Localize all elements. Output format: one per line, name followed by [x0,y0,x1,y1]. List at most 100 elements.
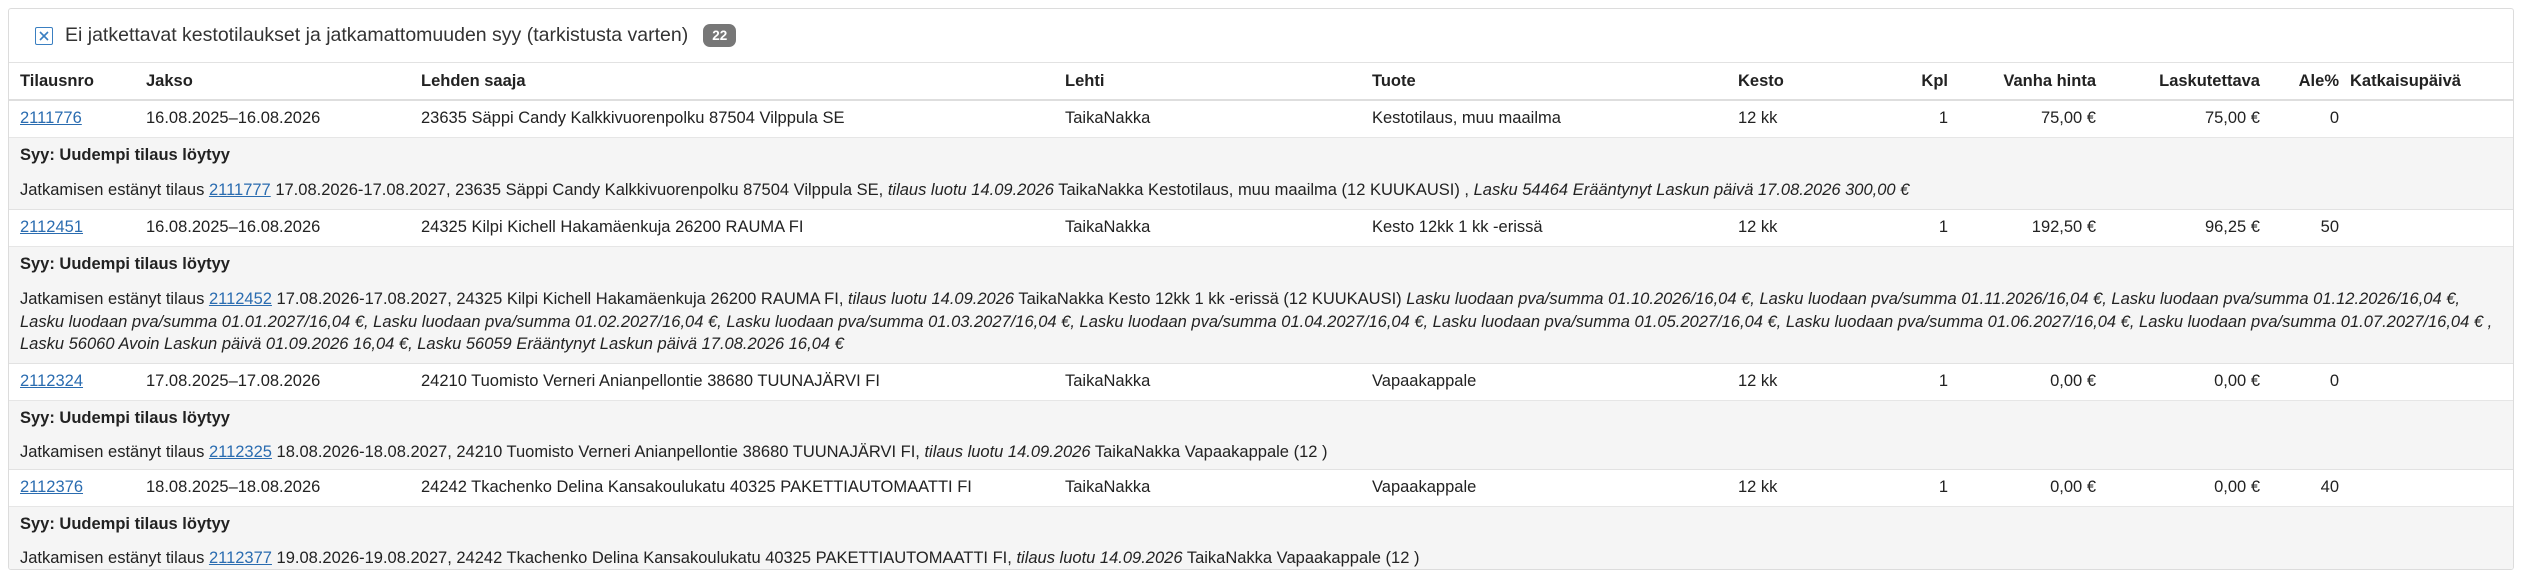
billable-cell: 0,00 € [2096,468,2260,506]
magazine-cell: TaikaNakka [1054,362,1361,400]
col-header-duration[interactable]: Kesto [1727,63,1852,101]
billable-cell: 75,00 € [2096,99,2260,137]
panel-title: Ei jatkettavat kestotilaukset ja jatkama… [65,24,689,46]
order-cell: 2112451 [9,208,135,246]
detail-text: Jatkamisen estänyt tilaus 2112452 17.08.… [9,282,2513,363]
product-cell: Vapaakappale [1361,362,1727,400]
order-link[interactable]: 2112324 [20,372,83,390]
reason-row: Syy: Uudempi tilaus löytyy [9,505,2513,542]
recipient-cell: 24242 Tkachenko Delina Kansakoulukatu 40… [410,468,1054,506]
col-header-period[interactable]: Jakso [135,63,410,101]
duration-cell: 12 kk [1727,99,1852,137]
detail-row: Jatkamisen estänyt tilaus 2111777 17.08.… [9,173,2513,209]
detail-period-recipient: 19.08.2026-19.08.2027, 24242 Tkachenko D… [276,549,1012,567]
order-cell: 2111776 [9,99,135,137]
duration-cell: 12 kk [1727,362,1852,400]
col-header-old-price[interactable]: Vanha hinta [1948,63,2096,101]
table-row: 2112451 16.08.2025–16.08.2026 24325 Kilpi … [9,208,2513,246]
col-header-discount[interactable]: Ale% [2260,63,2339,101]
detail-invoices: Lasku 54464 Erääntynyt Laskun päivä 17.0… [1473,181,1910,199]
blocking-order-link[interactable]: 2112452 [209,290,272,308]
col-header-cutoff[interactable]: Katkaisupäivä [2339,63,2513,101]
billable-cell: 0,00 € [2096,362,2260,400]
discount-cell: 0 [2260,362,2339,400]
cutoff-cell [2339,208,2513,246]
qty-cell: 1 [1852,208,1948,246]
detail-period-recipient: 17.08.2026-17.08.2027, 23635 Säppi Candy… [275,181,884,199]
table-header-row: Tilausnro Jakso Lehden saaja Lehti Tuote… [9,63,2513,101]
orders-table: Tilausnro Jakso Lehden saaja Lehti Tuote… [9,63,2513,569]
cutoff-cell [2339,468,2513,506]
detail-product: TaikaNakka Vapaakappale (12 ) [1094,443,1328,461]
discount-cell: 0 [2260,99,2339,137]
table-body: 2111776 16.08.2025–16.08.2026 23635 Säppi … [9,99,2513,569]
detail-created: tilaus luotu 14.09.2026 [887,181,1054,199]
table-row: 2112376 18.08.2025–18.08.2026 24242 Tkache… [9,468,2513,506]
count-badge: 22 [703,24,737,47]
detail-product: TaikaNakka Kestotilaus, muu maailma (12 … [1058,181,1470,199]
detail-row: Jatkamisen estänyt tilaus 2112377 19.08.… [9,542,2513,569]
order-link[interactable]: 2112376 [20,478,83,496]
col-header-order[interactable]: Tilausnro [9,63,135,101]
qty-cell: 1 [1852,362,1948,400]
detail-row: Jatkamisen estänyt tilaus 2112325 18.08.… [9,436,2513,469]
qty-cell: 1 [1852,468,1948,506]
collapse-toggle-icon[interactable] [35,26,53,45]
blocking-order-link[interactable]: 2112377 [209,549,272,567]
detail-product: TaikaNakka Vapaakappale (12 ) [1186,549,1420,567]
order-link[interactable]: 2112451 [20,218,83,236]
billable-cell: 96,25 € [2096,208,2260,246]
discount-cell: 40 [2260,468,2339,506]
table-row: 2111776 16.08.2025–16.08.2026 23635 Säppi … [9,99,2513,137]
old-price-cell: 75,00 € [1948,99,2096,137]
detail-text: Jatkamisen estänyt tilaus 2112325 18.08.… [9,436,2513,469]
period-cell: 17.08.2025–17.08.2026 [135,362,410,400]
detail-created: tilaus luotu 14.09.2026 [924,443,1091,461]
period-cell: 16.08.2025–16.08.2026 [135,99,410,137]
col-header-qty[interactable]: Kpl [1852,63,1948,101]
detail-period-recipient: 17.08.2026-17.08.2027, 24325 Kilpi Kiche… [276,290,844,308]
magazine-cell: TaikaNakka [1054,208,1361,246]
product-cell: Kestotilaus, muu maailma [1361,99,1727,137]
detail-prefix: Jatkamisen estänyt tilaus [20,443,205,461]
magazine-cell: TaikaNakka [1054,468,1361,506]
reason-text: Syy: Uudempi tilaus löytyy [9,505,2513,542]
col-header-billable[interactable]: Laskutettava [2096,63,2260,101]
order-cell: 2112376 [9,468,135,506]
blocking-order-link[interactable]: 2112325 [209,443,272,461]
reason-row: Syy: Uudempi tilaus löytyy [9,245,2513,282]
non-renewed-orders-panel: Ei jatkettavat kestotilaukset ja jatkama… [8,8,2514,570]
old-price-cell: 0,00 € [1948,362,2096,400]
magazine-cell: TaikaNakka [1054,99,1361,137]
detail-prefix: Jatkamisen estänyt tilaus [20,290,205,308]
duration-cell: 12 kk [1727,468,1852,506]
col-header-magazine[interactable]: Lehti [1054,63,1361,101]
detail-created: tilaus luotu 14.09.2026 [848,290,1015,308]
detail-row: Jatkamisen estänyt tilaus 2112452 17.08.… [9,282,2513,363]
product-cell: Kesto 12kk 1 kk -erissä [1361,208,1727,246]
product-cell: Vapaakappale [1361,468,1727,506]
blocking-order-link[interactable]: 2111777 [209,181,271,199]
detail-created: tilaus luotu 14.09.2026 [1016,549,1183,567]
cutoff-cell [2339,362,2513,400]
detail-prefix: Jatkamisen estänyt tilaus [20,549,205,567]
discount-cell: 50 [2260,208,2339,246]
detail-product: TaikaNakka Kesto 12kk 1 kk -erissä (12 K… [1018,290,1402,308]
col-header-recipient[interactable]: Lehden saaja [410,63,1054,101]
detail-period-recipient: 18.08.2026-18.08.2027, 24210 Tuomisto Ve… [276,443,920,461]
old-price-cell: 192,50 € [1948,208,2096,246]
panel-header[interactable]: Ei jatkettavat kestotilaukset ja jatkama… [9,9,2513,63]
qty-cell: 1 [1852,99,1948,137]
reason-text: Syy: Uudempi tilaus löytyy [9,136,2513,173]
detail-text: Jatkamisen estänyt tilaus 2111777 17.08.… [9,173,2513,209]
reason-row: Syy: Uudempi tilaus löytyy [9,136,2513,173]
recipient-cell: 24210 Tuomisto Verneri Anianpellontie 38… [410,362,1054,400]
detail-text: Jatkamisen estänyt tilaus 2112377 19.08.… [9,542,2513,569]
reason-text: Syy: Uudempi tilaus löytyy [9,245,2513,282]
col-header-product[interactable]: Tuote [1361,63,1727,101]
order-link[interactable]: 2111776 [20,109,82,127]
reason-row: Syy: Uudempi tilaus löytyy [9,399,2513,436]
detail-prefix: Jatkamisen estänyt tilaus [20,181,205,199]
table-row: 2112324 17.08.2025–17.08.2026 24210 Tuomis… [9,362,2513,400]
cutoff-cell [2339,99,2513,137]
